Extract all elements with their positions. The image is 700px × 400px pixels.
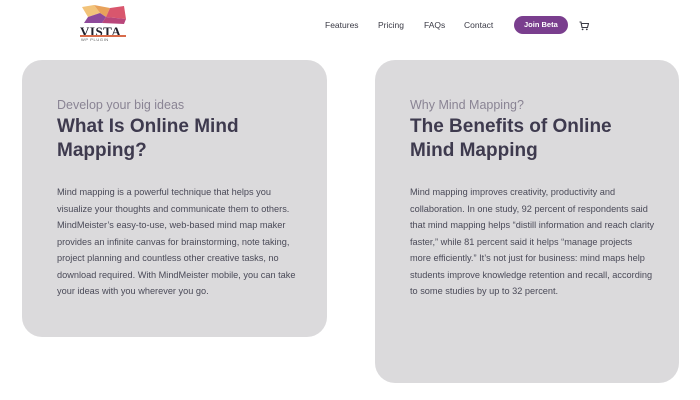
shopping-cart-icon[interactable]: [579, 18, 591, 31]
main-nav: Features Pricing FAQs Contact Join Beta: [0, 16, 700, 34]
card-title: What Is Online Mind Mapping?: [57, 116, 239, 161]
card-benefits-of-mind-mapping: Why Mind Mapping? The Benefits of Online…: [375, 60, 679, 383]
card-eyebrow: Develop your big ideas: [57, 98, 185, 112]
nav-contact[interactable]: Contact: [464, 16, 493, 34]
card-body: Mind mapping is a powerful technique tha…: [57, 187, 296, 296]
card-title: The Benefits of Online Mind Mapping: [410, 116, 612, 161]
card-what-is-mind-mapping: Develop your big ideas What Is Online Mi…: [22, 60, 327, 337]
nav-faqs[interactable]: FAQs: [424, 16, 445, 34]
card-eyebrow: Why Mind Mapping?: [410, 98, 524, 112]
site-header: VISTA WP PLUGIN Features Pricing FAQs Co…: [0, 0, 700, 50]
logo-tagline: WP PLUGIN: [81, 37, 109, 42]
nav-features[interactable]: Features: [325, 16, 359, 34]
nav-pricing[interactable]: Pricing: [378, 16, 404, 34]
card-body: Mind mapping improves creativity, produc…: [410, 187, 655, 296]
join-beta-button[interactable]: Join Beta: [514, 16, 568, 34]
